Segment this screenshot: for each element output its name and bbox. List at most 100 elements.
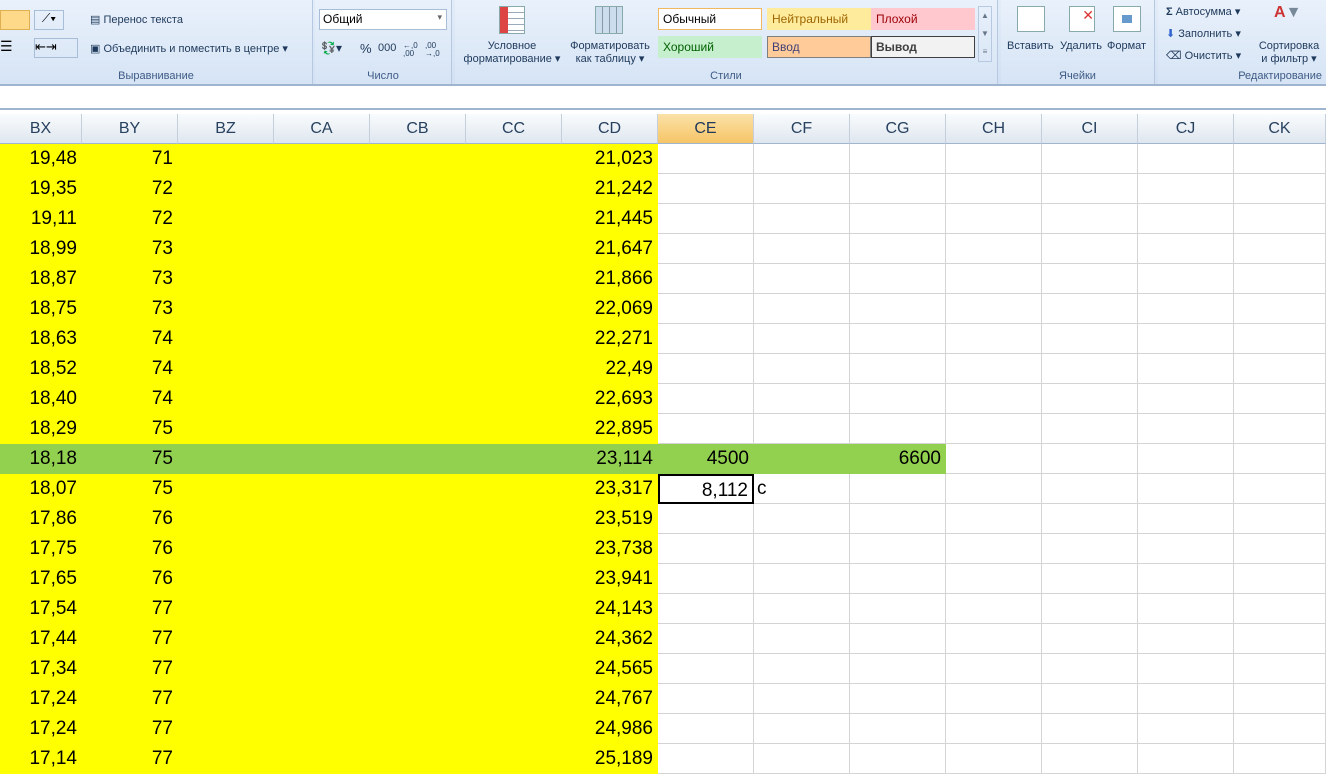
cell-ca-row-9[interactable] — [274, 414, 370, 444]
cell-cb-row-7[interactable] — [370, 354, 466, 384]
thousands-button[interactable]: 000 — [378, 42, 396, 54]
cell-by-row-12[interactable]: 76 — [82, 504, 178, 534]
column-header-ch[interactable]: CH — [946, 114, 1042, 144]
cell-ch-row-16[interactable] — [946, 624, 1042, 654]
cell-ck-row-20[interactable] — [1234, 744, 1326, 774]
cell-ck-row-2[interactable] — [1234, 204, 1326, 234]
cell-cc-row-1[interactable] — [466, 174, 562, 204]
cell-ce-row-20[interactable] — [658, 744, 754, 774]
cell-by-row-16[interactable]: 77 — [82, 624, 178, 654]
cell-ce-row-14[interactable] — [658, 564, 754, 594]
cell-ce-row-3[interactable] — [658, 234, 754, 264]
cell-ci-row-16[interactable] — [1042, 624, 1138, 654]
cell-bz-row-5[interactable] — [178, 294, 274, 324]
cell-cj-row-13[interactable] — [1138, 534, 1234, 564]
cell-cd-row-20[interactable]: 25,189 — [562, 744, 658, 774]
cell-bz-row-8[interactable] — [178, 384, 274, 414]
cell-ca-row-6[interactable] — [274, 324, 370, 354]
cell-ce-row-5[interactable] — [658, 294, 754, 324]
cell-ce-row-2[interactable] — [658, 204, 754, 234]
cell-by-row-19[interactable]: 77 — [82, 714, 178, 744]
cell-cd-row-1[interactable]: 21,242 — [562, 174, 658, 204]
cell-ch-row-12[interactable] — [946, 504, 1042, 534]
cell-ci-row-12[interactable] — [1042, 504, 1138, 534]
cell-ce-row-12[interactable] — [658, 504, 754, 534]
style-neutral[interactable]: Нейтральный — [767, 8, 871, 30]
cell-bz-row-10[interactable] — [178, 444, 274, 474]
cell-bx-row-9[interactable]: 18,29 — [0, 414, 82, 444]
cell-cf-row-11[interactable]: с — [754, 474, 850, 504]
cell-bx-row-20[interactable]: 17,14 — [0, 744, 82, 774]
orientation-button[interactable]: ⟋▾ — [34, 10, 64, 30]
cell-by-row-4[interactable]: 73 — [82, 264, 178, 294]
cell-bx-row-3[interactable]: 18,99 — [0, 234, 82, 264]
cell-ch-row-0[interactable] — [946, 144, 1042, 174]
cell-cg-row-2[interactable] — [850, 204, 946, 234]
cell-cg-row-6[interactable] — [850, 324, 946, 354]
cell-bz-row-11[interactable] — [178, 474, 274, 504]
cell-ce-row-1[interactable] — [658, 174, 754, 204]
cell-bz-row-16[interactable] — [178, 624, 274, 654]
cell-ci-row-6[interactable] — [1042, 324, 1138, 354]
cell-cf-row-5[interactable] — [754, 294, 850, 324]
cell-ci-row-15[interactable] — [1042, 594, 1138, 624]
cell-cd-row-17[interactable]: 24,565 — [562, 654, 658, 684]
cell-cb-row-15[interactable] — [370, 594, 466, 624]
cell-cj-row-16[interactable] — [1138, 624, 1234, 654]
cell-ch-row-1[interactable] — [946, 174, 1042, 204]
format-button[interactable]: Формат — [1107, 40, 1146, 52]
cell-bz-row-0[interactable] — [178, 144, 274, 174]
cell-cb-row-8[interactable] — [370, 384, 466, 414]
cell-ca-row-7[interactable] — [274, 354, 370, 384]
cell-cg-row-11[interactable] — [850, 474, 946, 504]
cell-cc-row-10[interactable] — [466, 444, 562, 474]
cell-cc-row-11[interactable] — [466, 474, 562, 504]
cell-by-row-7[interactable]: 74 — [82, 354, 178, 384]
cell-cf-row-6[interactable] — [754, 324, 850, 354]
cell-cj-row-2[interactable] — [1138, 204, 1234, 234]
cell-ca-row-20[interactable] — [274, 744, 370, 774]
cell-ck-row-12[interactable] — [1234, 504, 1326, 534]
cell-cb-row-0[interactable] — [370, 144, 466, 174]
cell-bx-row-6[interactable]: 18,63 — [0, 324, 82, 354]
cell-ca-row-5[interactable] — [274, 294, 370, 324]
cell-bz-row-20[interactable] — [178, 744, 274, 774]
cell-ci-row-9[interactable] — [1042, 414, 1138, 444]
cell-cb-row-19[interactable] — [370, 714, 466, 744]
cell-ca-row-18[interactable] — [274, 684, 370, 714]
cell-cj-row-19[interactable] — [1138, 714, 1234, 744]
cell-cd-row-4[interactable]: 21,866 — [562, 264, 658, 294]
cell-ca-row-0[interactable] — [274, 144, 370, 174]
cell-cb-row-20[interactable] — [370, 744, 466, 774]
cell-ch-row-11[interactable] — [946, 474, 1042, 504]
cell-by-row-8[interactable]: 74 — [82, 384, 178, 414]
cell-cd-row-5[interactable]: 22,069 — [562, 294, 658, 324]
cell-ce-row-6[interactable] — [658, 324, 754, 354]
cell-ci-row-4[interactable] — [1042, 264, 1138, 294]
cell-cd-row-14[interactable]: 23,941 — [562, 564, 658, 594]
cell-bx-row-1[interactable]: 19,35 — [0, 174, 82, 204]
cell-cd-row-15[interactable]: 24,143 — [562, 594, 658, 624]
cell-by-row-11[interactable]: 75 — [82, 474, 178, 504]
cell-cf-row-15[interactable] — [754, 594, 850, 624]
cell-cf-row-8[interactable] — [754, 384, 850, 414]
cell-cc-row-19[interactable] — [466, 714, 562, 744]
styles-scroll-button[interactable]: ▲ ▼ ≡ — [978, 6, 992, 62]
cell-cg-row-9[interactable] — [850, 414, 946, 444]
cell-ce-row-18[interactable] — [658, 684, 754, 714]
cell-cg-row-3[interactable] — [850, 234, 946, 264]
cell-cb-row-16[interactable] — [370, 624, 466, 654]
cell-by-row-1[interactable]: 72 — [82, 174, 178, 204]
cell-cd-row-7[interactable]: 22,49 — [562, 354, 658, 384]
cell-cj-row-10[interactable] — [1138, 444, 1234, 474]
cell-cg-row-14[interactable] — [850, 564, 946, 594]
cell-ci-row-17[interactable] — [1042, 654, 1138, 684]
format-as-table-button[interactable]: Форматировать как таблицу ▾ — [565, 40, 655, 65]
cell-cg-row-5[interactable] — [850, 294, 946, 324]
cell-ck-row-17[interactable] — [1234, 654, 1326, 684]
cell-cg-row-4[interactable] — [850, 264, 946, 294]
cell-cj-row-17[interactable] — [1138, 654, 1234, 684]
conditional-format-button[interactable]: Условное форматирование ▾ — [457, 40, 567, 65]
cell-bx-row-16[interactable]: 17,44 — [0, 624, 82, 654]
cell-cc-row-18[interactable] — [466, 684, 562, 714]
